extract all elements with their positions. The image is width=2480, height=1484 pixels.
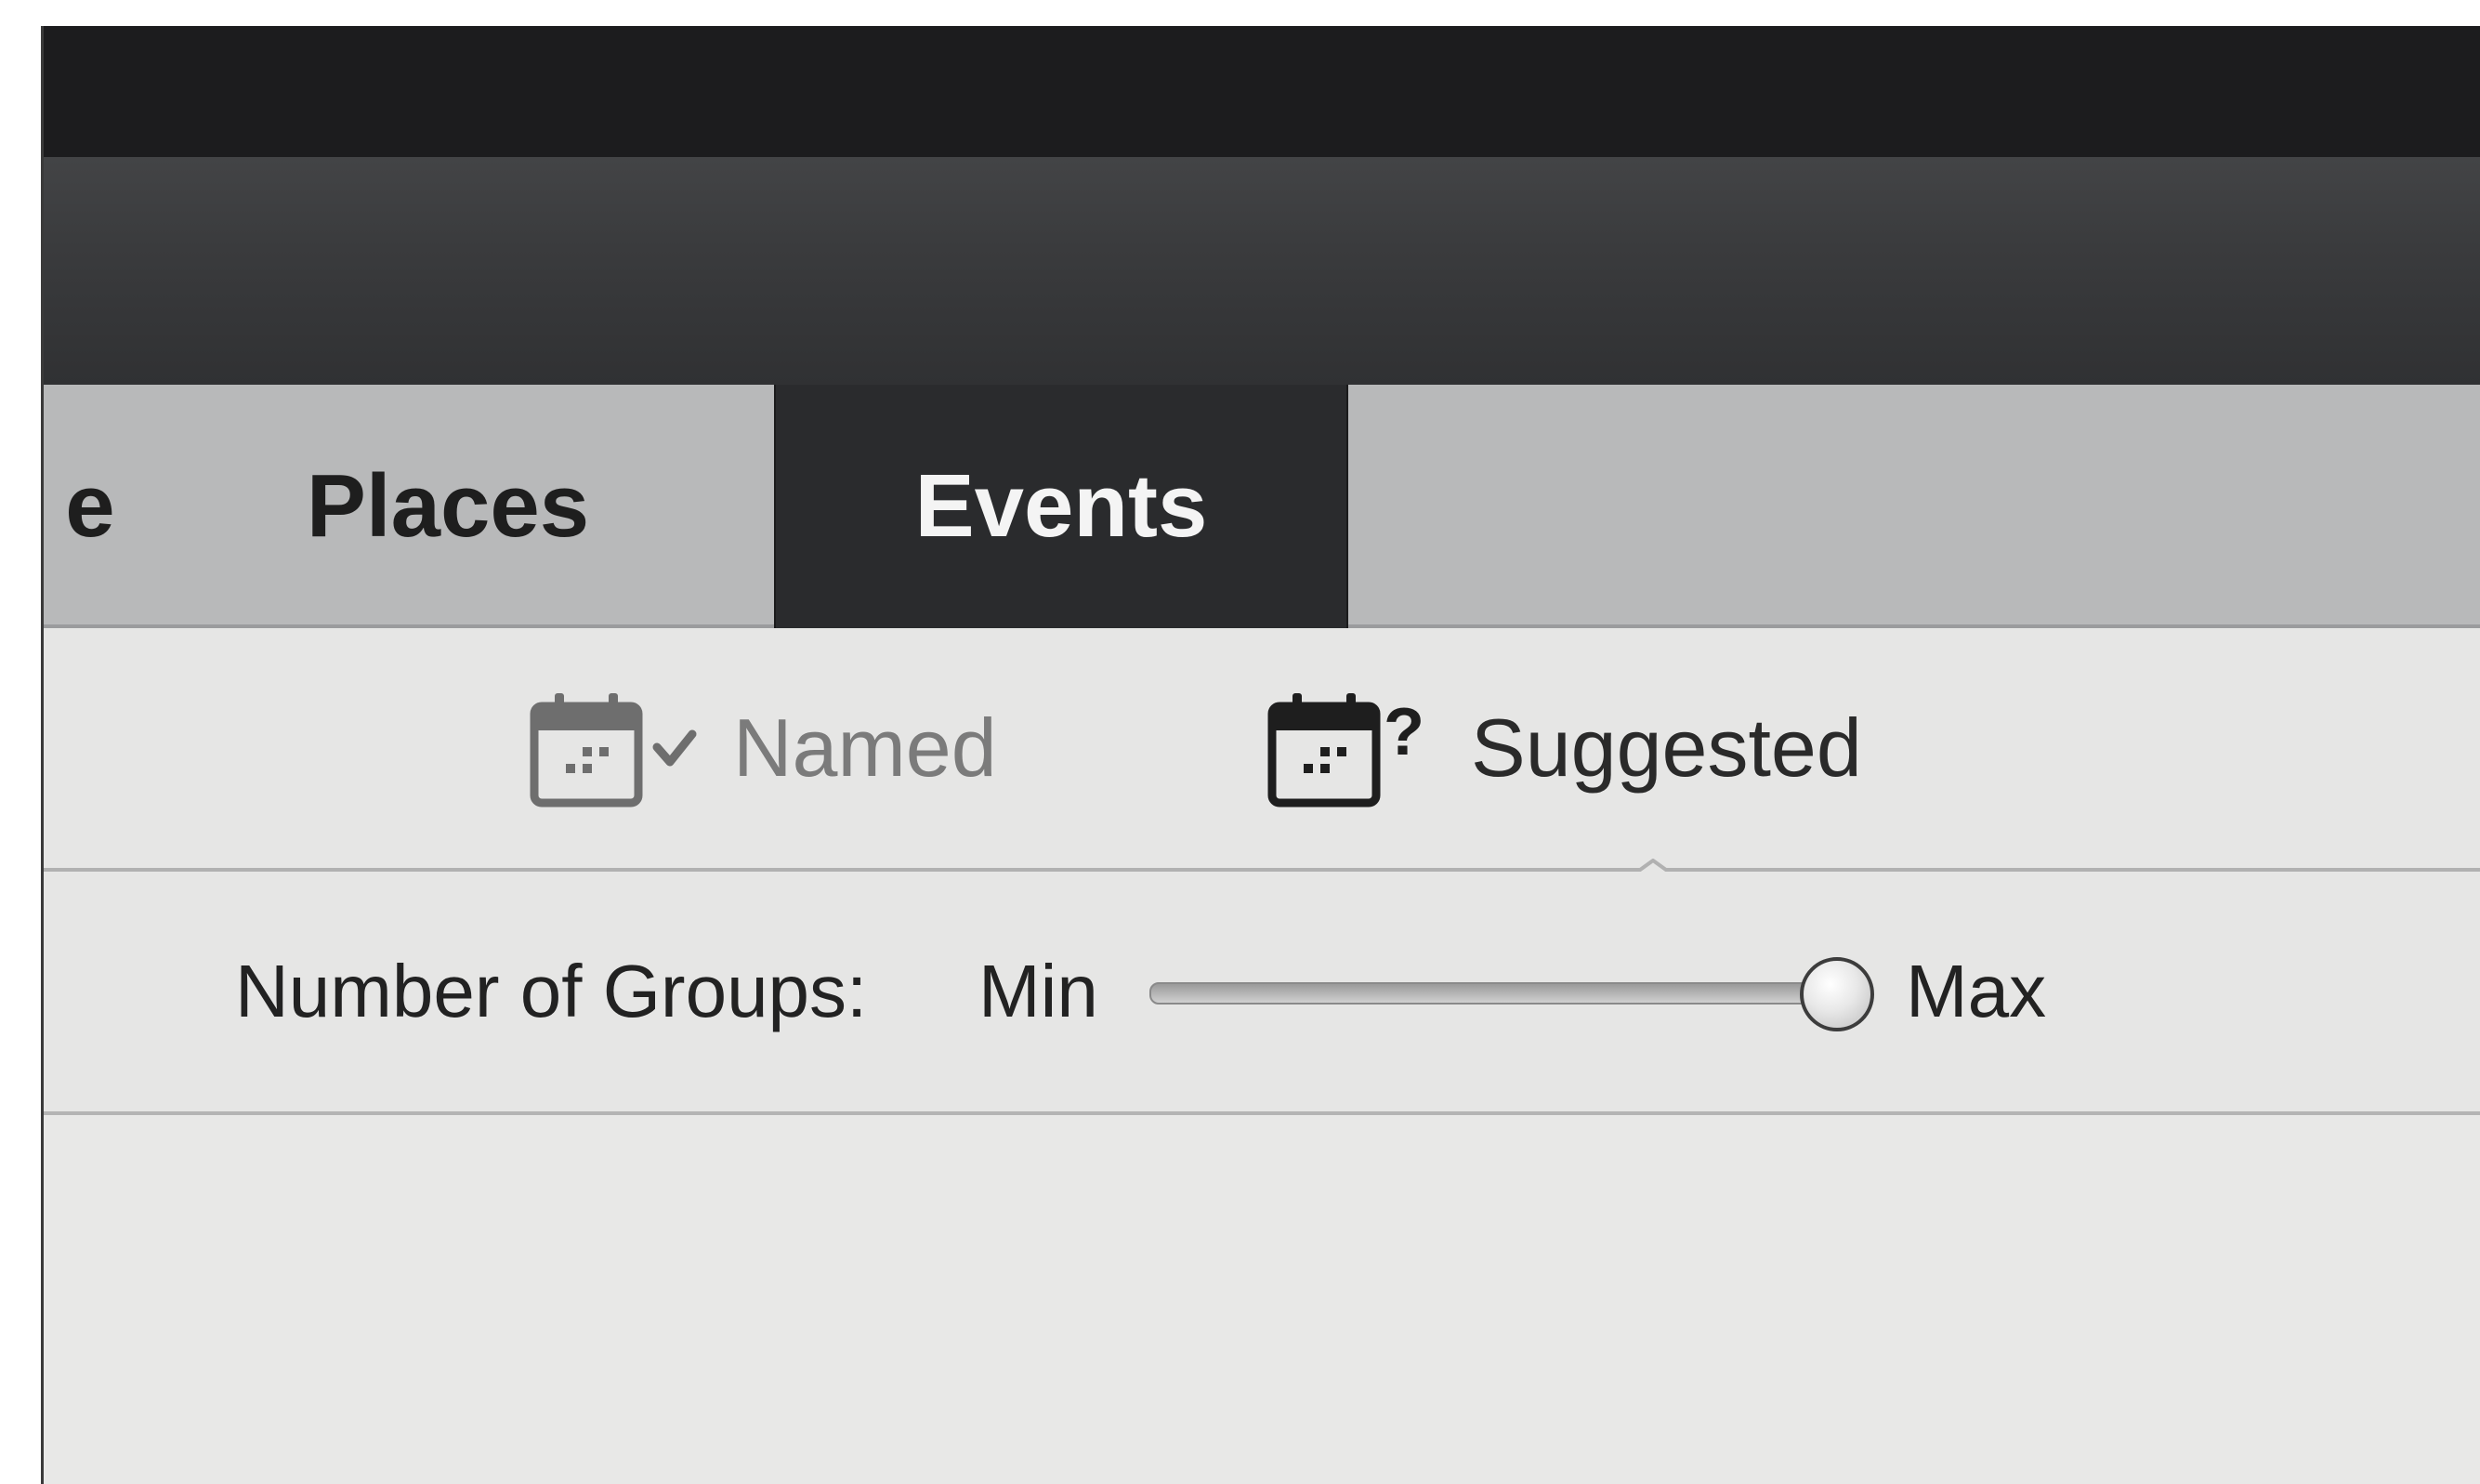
tab-events[interactable]: Events xyxy=(774,385,1348,628)
title-strip xyxy=(44,26,2480,157)
subtab-suggested[interactable]: ? Suggested xyxy=(1266,628,1862,868)
tab-partial[interactable]: e xyxy=(44,385,164,628)
events-content-area xyxy=(44,1115,2480,1484)
groups-slider-thumb[interactable] xyxy=(1800,957,1874,1031)
groups-slider-row: Number of Groups: Min Max xyxy=(44,872,2480,1115)
svg-text:?: ? xyxy=(1384,695,1424,769)
groups-slider-track[interactable] xyxy=(1149,982,1837,1005)
slider-min-label: Min xyxy=(978,950,1098,1032)
toolbar xyxy=(44,157,2480,385)
subtab-named-label: Named xyxy=(733,702,997,794)
tab-bar: e Places Events xyxy=(44,385,2480,628)
calendar-question-icon: ? xyxy=(1267,693,1424,808)
calendar-check-icon xyxy=(530,693,697,808)
event-subtab-bar: Named ? Suggested xyxy=(44,628,2480,872)
number-of-groups-label: Number of Groups: xyxy=(235,950,868,1032)
tab-places[interactable]: Places xyxy=(230,385,666,628)
slider-max-label: Max xyxy=(1906,950,2047,1032)
subtab-suggested-label: Suggested xyxy=(1471,702,1862,794)
subtab-named[interactable]: Named xyxy=(529,628,997,868)
events-panel-window: e Places Events Named ? Suggested Number… xyxy=(41,26,2480,1484)
